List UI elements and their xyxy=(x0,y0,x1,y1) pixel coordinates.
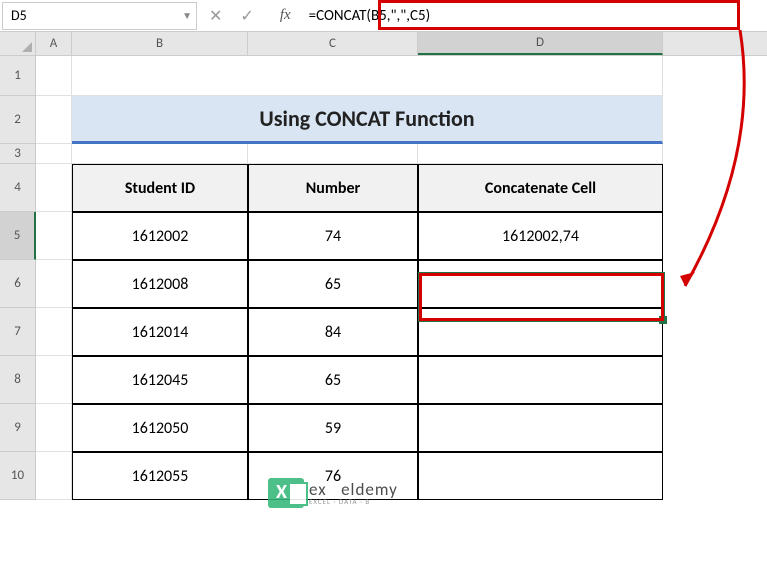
cell-C8[interactable]: 65 xyxy=(248,356,418,404)
table-header-concat[interactable]: Concatenate Cell xyxy=(418,164,663,212)
column-headers: A B C D xyxy=(0,32,767,56)
cell-A10[interactable] xyxy=(36,452,72,500)
col-header-A[interactable]: A xyxy=(36,32,72,55)
row-4: 4 Student ID Number Concatenate Cell xyxy=(0,164,767,212)
cell-D7[interactable] xyxy=(418,308,663,356)
chevron-down-icon[interactable]: ▼ xyxy=(182,9,192,22)
cell-A5[interactable] xyxy=(36,212,72,260)
logo-icon xyxy=(268,478,304,508)
name-box[interactable]: D5 ▼ xyxy=(2,2,197,30)
row-header-9[interactable]: 9 xyxy=(0,404,36,452)
row-9: 9 1612050 59 xyxy=(0,404,767,452)
row-3: 3 xyxy=(0,144,767,164)
cell-C6[interactable]: 65 xyxy=(248,260,418,308)
name-box-value: D5 xyxy=(11,7,27,24)
formula-controls: ✕ ✓ fx xyxy=(199,6,301,26)
select-all-corner[interactable] xyxy=(0,32,36,55)
row-header-10[interactable]: 10 xyxy=(0,452,36,500)
formula-bar[interactable]: =CONCAT(B5,",",C5) xyxy=(301,2,767,30)
fx-icon[interactable]: fx xyxy=(280,7,291,24)
row-1: 1 xyxy=(0,56,767,96)
row-header-1[interactable]: 1 xyxy=(0,56,36,96)
cell-A6[interactable] xyxy=(36,260,72,308)
cell-C1[interactable] xyxy=(248,56,418,96)
cell-B3[interactable] xyxy=(72,144,248,164)
row-header-8[interactable]: 8 xyxy=(0,356,36,404)
col-header-B[interactable]: B xyxy=(72,32,248,55)
cell-D8[interactable] xyxy=(418,356,663,404)
cell-D5[interactable]: 1612002,74 xyxy=(418,212,663,260)
cancel-icon[interactable]: ✕ xyxy=(209,6,222,26)
cell-C5[interactable]: 74 xyxy=(248,212,418,260)
cell-B9[interactable]: 1612050 xyxy=(72,404,248,452)
logo-text: ex eldemy EXCEL · DATA · B xyxy=(309,481,398,505)
row-header-5[interactable]: 5 xyxy=(0,212,36,260)
cell-D3[interactable] xyxy=(418,144,663,164)
cell-B8[interactable]: 1612045 xyxy=(72,356,248,404)
cell-B1[interactable] xyxy=(72,56,248,96)
confirm-icon[interactable]: ✓ xyxy=(240,6,253,26)
logo-main: ex eldemy xyxy=(309,481,398,498)
table-header-studentid[interactable]: Student ID xyxy=(72,164,248,212)
row-6: 6 1612008 65 xyxy=(0,260,767,308)
grid-body: 1 2 Using CONCAT Function 3 4 Student ID… xyxy=(0,56,767,500)
cell-A4[interactable] xyxy=(36,164,72,212)
formula-bar-row: D5 ▼ ✕ ✓ fx =CONCAT(B5,",",C5) xyxy=(0,0,767,32)
cell-A2[interactable] xyxy=(36,96,72,144)
row-header-7[interactable]: 7 xyxy=(0,308,36,356)
row-header-3[interactable]: 3 xyxy=(0,144,36,164)
cell-A1[interactable] xyxy=(36,56,72,96)
col-header-C[interactable]: C xyxy=(248,32,418,55)
cell-B6[interactable]: 1612008 xyxy=(72,260,248,308)
cell-C3[interactable] xyxy=(248,144,418,164)
cell-D10[interactable] xyxy=(418,452,663,500)
cell-B5[interactable]: 1612002 xyxy=(72,212,248,260)
cell-C7[interactable]: 84 xyxy=(248,308,418,356)
row-header-2[interactable]: 2 xyxy=(0,96,36,144)
cell-C9[interactable]: 59 xyxy=(248,404,418,452)
cell-A3[interactable] xyxy=(36,144,72,164)
row-8: 8 1612045 65 xyxy=(0,356,767,404)
cell-A8[interactable] xyxy=(36,356,72,404)
row-header-6[interactable]: 6 xyxy=(0,260,36,308)
exceldemy-logo: ex eldemy EXCEL · DATA · B xyxy=(268,478,398,508)
cell-A7[interactable] xyxy=(36,308,72,356)
cell-D1[interactable] xyxy=(418,56,663,96)
cell-D6[interactable] xyxy=(418,260,663,308)
cell-B10[interactable]: 1612055 xyxy=(72,452,248,500)
title-cell[interactable]: Using CONCAT Function xyxy=(72,96,663,144)
table-header-number[interactable]: Number xyxy=(248,164,418,212)
row-2: 2 Using CONCAT Function xyxy=(0,96,767,144)
col-header-D[interactable]: D xyxy=(418,32,663,55)
row-7: 7 1612014 84 xyxy=(0,308,767,356)
formula-bar-value: =CONCAT(B5,",",C5) xyxy=(309,7,430,25)
cell-A9[interactable] xyxy=(36,404,72,452)
row-5: 5 1612002 74 1612002,74 xyxy=(0,212,767,260)
row-header-4[interactable]: 4 xyxy=(0,164,36,212)
cell-B7[interactable]: 1612014 xyxy=(72,308,248,356)
cell-D9[interactable] xyxy=(418,404,663,452)
